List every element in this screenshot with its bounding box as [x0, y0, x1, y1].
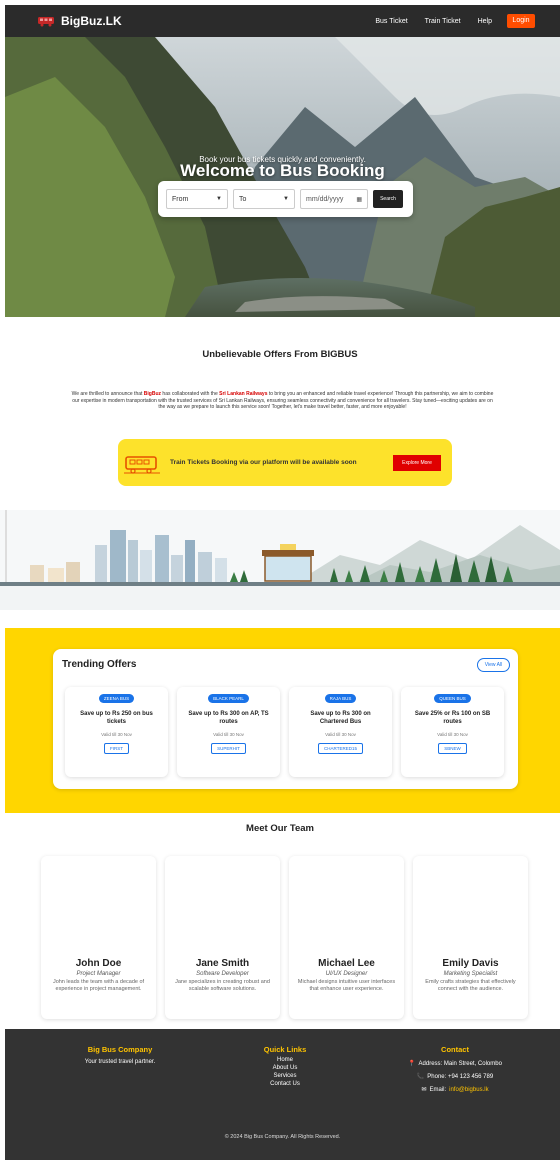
operator-badge: BLACK PEARL [208, 694, 249, 703]
operator-badge: RAJA BUS [324, 694, 357, 703]
trending-offers-card: Trending Offers View All ZEENA BUS Save … [53, 649, 518, 789]
date-input[interactable]: mm/dd/yyyy ▦ [300, 189, 368, 209]
train-banner-text: Train Tickets Booking via our platform w… [170, 459, 357, 466]
team-member-card: Michael Lee UI/UX Designer Michael desig… [289, 856, 404, 1019]
nav-link-help[interactable]: Help [478, 18, 492, 25]
location-pin-icon: 📍 [408, 1061, 416, 1067]
contact-address: 📍 Address: Main Street, Colombo [380, 1060, 530, 1068]
trending-title: Trending Offers [62, 659, 137, 670]
bus-logo-icon [38, 16, 54, 26]
offer-card[interactable]: BLACK PEARL Save up to Rs 300 on AP, TS … [177, 687, 280, 777]
member-description: Emily crafts strategies that effectively… [425, 979, 516, 992]
footer-link-home[interactable]: Home [225, 1057, 345, 1063]
offers-description: We are thrilled to announce that BigBuz … [70, 391, 495, 411]
train-icon [124, 455, 160, 474]
hero-section: Welcome to Bus Booking Book your bus tic… [5, 37, 560, 317]
footer-quick-links-column: Quick Links Home About Us Services Conta… [225, 1045, 345, 1087]
team-member-card: Emily Davis Marketing Specialist Emily c… [413, 856, 528, 1019]
footer-tagline: Your trusted travel partner. [84, 1059, 156, 1065]
member-description: Michael designs intuitive user interface… [297, 979, 396, 992]
member-name: Jane Smith [195, 958, 250, 969]
chevron-down-icon: ▼ [283, 196, 289, 202]
offers-partner: Sri Lankan Railways [219, 391, 268, 397]
navbar: BigBuz.LK Bus Ticket Train Ticket Help L… [5, 5, 560, 37]
from-select-value: From [172, 195, 189, 203]
from-select[interactable]: From ▼ [166, 189, 228, 209]
offer-validity: Valid till 30 Nov [213, 732, 244, 737]
address-text: Address: Main Street, Colombo [418, 1060, 502, 1067]
member-role: UI/UX Designer [325, 971, 368, 977]
to-select-value: To [239, 195, 247, 203]
member-name: John Doe [75, 958, 122, 969]
offers-text-1: We are thrilled to announce that [71, 391, 144, 397]
team-member-card: John Doe Project Manager John leads the … [41, 856, 156, 1019]
email-link[interactable]: info@bigbus.lk [449, 1087, 488, 1093]
member-description: Jane specializes in creating robust and … [175, 979, 270, 992]
promo-code[interactable]: FIRST [104, 743, 129, 754]
contact-title: Contact [441, 1045, 469, 1054]
contact-phone: 📞 Phone: +94 123 456 789 [380, 1073, 530, 1081]
to-select[interactable]: To ▼ [233, 189, 295, 209]
explore-more-button[interactable]: Explore More [393, 454, 441, 471]
page: BigBuz.LK Bus Ticket Train Ticket Help L… [0, 0, 560, 1160]
search-button[interactable]: Search [373, 190, 403, 208]
email-label: Email: [429, 1086, 447, 1093]
promo-code[interactable]: SUPERHIT [211, 743, 246, 754]
login-button[interactable]: Login [507, 14, 535, 28]
offer-card[interactable]: RAJA BUS Save up to Rs 300 on Chartered … [289, 687, 392, 777]
phone-text: Phone: +94 123 456 789 [427, 1073, 494, 1080]
footer-link-services[interactable]: Services [225, 1073, 345, 1079]
footer-company-column: Big Bus Company Your trusted travel part… [55, 1045, 185, 1065]
operator-badge: QUEEN BUS [434, 694, 471, 703]
footer: Big Bus Company Your trusted travel part… [5, 1029, 560, 1160]
footer-link-contact[interactable]: Contact Us [225, 1081, 345, 1087]
member-name: Emily Davis [442, 958, 499, 969]
calendar-icon[interactable]: ▦ [356, 196, 362, 203]
offer-validity: Valid till 30 Nov [101, 732, 132, 737]
promo-code[interactable]: SBNEW [438, 743, 467, 754]
quick-links-title: Quick Links [263, 1045, 307, 1054]
envelope-icon: ✉ [421, 1087, 427, 1093]
date-input-placeholder: mm/dd/yyyy [306, 195, 344, 203]
offer-title: Save up to Rs 250 on bus tickets [80, 711, 153, 725]
member-name: Michael Lee [318, 958, 375, 969]
promo-code[interactable]: CHARTERED15 [318, 743, 363, 754]
footer-contact-column: Contact 📍 Address: Main Street, Colombo … [380, 1045, 530, 1093]
train-banner: Train Tickets Booking via our platform w… [118, 439, 452, 486]
brand[interactable]: BigBuz.LK [37, 14, 122, 28]
search-form: From ▼ To ▼ mm/dd/yyyy ▦ Search [158, 181, 413, 217]
offers-text-2: has collaborated with the [161, 391, 220, 397]
member-role: Software Developer [196, 971, 249, 977]
city-illustration [0, 510, 560, 610]
offers-title: Unbelievable Offers From BIGBUS [202, 349, 358, 360]
offer-card[interactable]: ZEENA BUS Save up to Rs 250 on bus ticke… [65, 687, 168, 777]
chevron-down-icon: ▼ [216, 196, 222, 202]
brand-name: BigBuz.LK [61, 14, 122, 28]
nav-link-train-ticket[interactable]: Train Ticket [425, 18, 461, 25]
offer-title: Save up to Rs 300 on Chartered Bus [310, 711, 371, 725]
offer-card[interactable]: QUEEN BUS Save 25% or Rs 100 on SB route… [401, 687, 504, 777]
nav-links: Bus Ticket Train Ticket Help Login [358, 14, 535, 28]
footer-company-name: Big Bus Company [87, 1045, 153, 1054]
nav-link-bus-ticket[interactable]: Bus Ticket [375, 18, 407, 25]
contact-email: ✉ Email: info@bigbus.lk [380, 1086, 530, 1094]
phone-icon: 📞 [416, 1074, 425, 1080]
member-role: Project Manager [76, 971, 121, 977]
team-member-card: Jane Smith Software Developer Jane speci… [165, 856, 280, 1019]
offer-validity: Valid till 30 Nov [437, 732, 468, 737]
offer-title: Save up to Rs 300 on AP, TS routes [188, 711, 269, 725]
offers-brand: BigBuz [143, 391, 162, 397]
copyright: © 2024 Big Bus Company. All Rights Reser… [224, 1134, 341, 1140]
footer-link-about[interactable]: About Us [225, 1065, 345, 1071]
hero-title: Welcome to Bus Booking [180, 161, 385, 180]
offer-validity: Valid till 30 Nov [325, 732, 356, 737]
member-role: Marketing Specialist [443, 971, 498, 977]
operator-badge: ZEENA BUS [98, 694, 135, 703]
hero-subtitle: Book your bus tickets quickly and conven… [199, 155, 366, 164]
member-description: John leads the team with a decade of exp… [52, 979, 145, 992]
offer-title: Save 25% or Rs 100 on SB routes [414, 711, 491, 725]
team-title: Meet Our Team [246, 823, 314, 834]
view-all-button[interactable]: View All [477, 658, 510, 672]
